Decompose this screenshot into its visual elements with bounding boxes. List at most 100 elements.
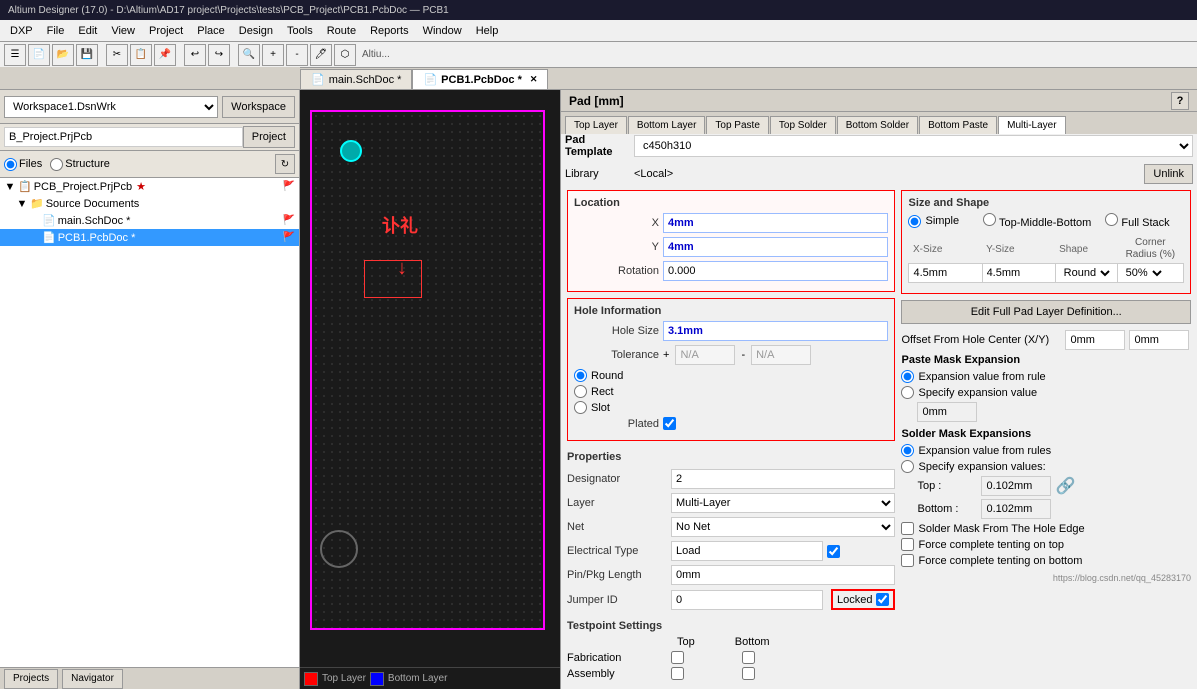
toolbar-btn-7[interactable]: 📌 xyxy=(154,44,176,66)
toolbar-btn-6[interactable]: 📋 xyxy=(130,44,152,66)
template-dropdown[interactable]: c450h310 xyxy=(634,135,1193,157)
force-bottom-checkbox[interactable] xyxy=(901,554,914,567)
unlink-button[interactable]: Unlink xyxy=(1144,164,1193,184)
net-dropdown[interactable]: No Net xyxy=(671,517,895,537)
expand-icon[interactable]: ▼ xyxy=(4,181,16,193)
menu-window[interactable]: Window xyxy=(417,23,468,39)
menu-project[interactable]: Project xyxy=(143,23,189,39)
solder-radio-1[interactable] xyxy=(901,444,914,457)
layer-tab-bottom[interactable]: Bottom Layer xyxy=(628,116,705,134)
toolbar-btn-11[interactable]: 🖊 xyxy=(310,44,332,66)
y-input[interactable] xyxy=(663,237,888,257)
assembly-top-checkbox[interactable] xyxy=(671,667,684,680)
menu-place[interactable]: Place xyxy=(191,23,231,39)
workspace-button[interactable]: Workspace xyxy=(222,96,295,118)
toolbar-btn-2[interactable]: 📄 xyxy=(28,44,50,66)
menu-route[interactable]: Route xyxy=(321,23,362,39)
pcb-canvas[interactable]: 讣礼 ↓ 锁定位置 Top Layer Bottom Layer xyxy=(300,90,560,689)
radio-simple[interactable] xyxy=(908,215,921,228)
menu-tools[interactable]: Tools xyxy=(281,23,319,39)
from-hole-edge-checkbox[interactable] xyxy=(901,522,914,535)
toolbar-btn-undo[interactable]: ↩ xyxy=(184,44,206,66)
paste-exp-value[interactable] xyxy=(917,402,977,422)
x-input[interactable] xyxy=(663,213,888,233)
menu-help[interactable]: Help xyxy=(470,23,505,39)
toolbar-btn-3[interactable]: 📂 xyxy=(52,44,74,66)
tab-schematic[interactable]: 📄 main.SchDoc * xyxy=(300,69,412,89)
toolbar-btn-8[interactable]: 🔍 xyxy=(238,44,260,66)
radio-structure-label[interactable]: Structure xyxy=(50,158,110,171)
projects-tab[interactable]: Projects xyxy=(4,669,58,689)
workspace-dropdown[interactable]: Workspace1.DsnWrk xyxy=(4,96,218,118)
x-size-input[interactable] xyxy=(913,267,977,279)
elec-type-checkbox[interactable] xyxy=(827,545,840,558)
pin-pkg-input[interactable] xyxy=(671,565,895,585)
radio-files-label[interactable]: Files xyxy=(4,158,42,171)
layer-dropdown[interactable]: Multi-Layer xyxy=(671,493,895,513)
tree-item-source-docs[interactable]: ▼ 📁 Source Documents xyxy=(0,195,299,212)
hole-size-input[interactable] xyxy=(663,321,888,341)
jumper-id-input[interactable] xyxy=(671,590,823,610)
radio-full-stack[interactable] xyxy=(1105,213,1118,226)
toolbar-btn-5[interactable]: ✂ xyxy=(106,44,128,66)
radio-rect[interactable] xyxy=(574,385,587,398)
tree-item-project[interactable]: ▼ 📋 PCB_Project.PrjPcb ★ 🚩 xyxy=(0,178,299,195)
project-button[interactable]: Project xyxy=(243,126,295,148)
locked-checkbox[interactable] xyxy=(876,593,889,606)
solder-top-input[interactable] xyxy=(981,476,1051,496)
tol-plus-input[interactable] xyxy=(675,345,735,365)
layer-tab-top-solder[interactable]: Top Solder xyxy=(770,116,836,134)
y-size-input[interactable] xyxy=(987,267,1051,279)
solder-radio-2[interactable] xyxy=(901,460,914,473)
solder-bottom-input[interactable] xyxy=(981,499,1051,519)
layer-tab-top-paste[interactable]: Top Paste xyxy=(706,116,768,134)
edit-full-pad-button[interactable]: Edit Full Pad Layer Definition... xyxy=(901,300,1191,324)
tree-item-schematic[interactable]: 📄 main.SchDoc * 🚩 xyxy=(0,212,299,229)
menu-edit[interactable]: Edit xyxy=(72,23,103,39)
menu-reports[interactable]: Reports xyxy=(364,23,415,39)
help-button[interactable]: ? xyxy=(1171,92,1189,110)
paste-radio-1[interactable] xyxy=(901,370,914,383)
radio-top-middle-bottom[interactable] xyxy=(983,213,996,226)
plated-checkbox[interactable] xyxy=(663,417,676,430)
project-name-input[interactable]: B_Project.PrjPcb xyxy=(4,127,243,147)
tab-close-icon[interactable]: ✕ xyxy=(530,74,538,85)
toolbar-btn-1[interactable]: ☰ xyxy=(4,44,26,66)
corner-radius-dropdown[interactable]: 50% xyxy=(1122,266,1165,280)
tree-item-pcb[interactable]: 📄 PCB1.PcbDoc * 🚩 xyxy=(0,229,299,246)
x-size-value[interactable] xyxy=(909,264,982,283)
offset-y-input[interactable] xyxy=(1129,330,1189,350)
designator-input[interactable] xyxy=(671,469,895,489)
rotation-input[interactable] xyxy=(663,261,888,281)
toolbar-btn-10[interactable]: - xyxy=(286,44,308,66)
assembly-bottom-checkbox[interactable] xyxy=(742,667,755,680)
navigator-tab[interactable]: Navigator xyxy=(62,669,123,689)
radio-round[interactable] xyxy=(574,369,587,382)
toolbar-btn-9[interactable]: + xyxy=(262,44,284,66)
toolbar-btn-redo[interactable]: ↪ xyxy=(208,44,230,66)
menu-view[interactable]: View xyxy=(105,23,141,39)
force-top-checkbox[interactable] xyxy=(901,538,914,551)
tab-pcb[interactable]: 📄 PCB1.PcbDoc * ✕ xyxy=(412,69,548,89)
layer-tab-top[interactable]: Top Layer xyxy=(565,116,627,134)
paste-radio-2[interactable] xyxy=(901,386,914,399)
y-size-value[interactable] xyxy=(982,264,1055,283)
radio-structure[interactable] xyxy=(50,158,63,171)
toolbar-btn-4[interactable]: 💾 xyxy=(76,44,98,66)
menu-dxp[interactable]: DXP xyxy=(4,23,39,39)
menu-design[interactable]: Design xyxy=(233,23,279,39)
shape-dropdown[interactable]: Round xyxy=(1060,266,1113,280)
radio-files[interactable] xyxy=(4,158,17,171)
layer-tab-bottom-paste[interactable]: Bottom Paste xyxy=(919,116,997,134)
elec-type-input[interactable] xyxy=(671,541,823,561)
source-expand-icon[interactable]: ▼ xyxy=(16,198,28,210)
layer-tab-multi[interactable]: Multi-Layer xyxy=(998,116,1065,134)
tol-minus-input[interactable] xyxy=(751,345,811,365)
fabrication-top-checkbox[interactable] xyxy=(671,651,684,664)
layer-tab-bottom-solder[interactable]: Bottom Solder xyxy=(837,116,918,134)
offset-x-input[interactable] xyxy=(1065,330,1125,350)
refresh-button[interactable]: ↻ xyxy=(275,154,295,174)
fabrication-bottom-checkbox[interactable] xyxy=(742,651,755,664)
toolbar-btn-12[interactable]: ⬡ xyxy=(334,44,356,66)
radio-slot[interactable] xyxy=(574,401,587,414)
